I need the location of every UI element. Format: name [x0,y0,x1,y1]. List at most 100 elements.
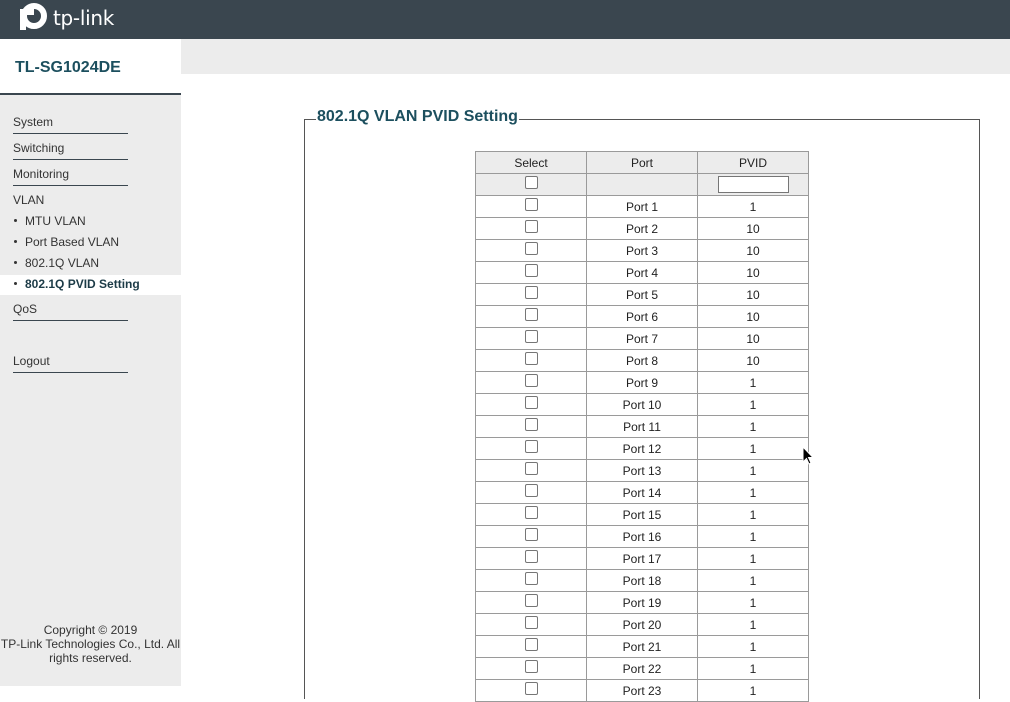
table-row: Port 6 10 [475,305,809,328]
port-cell: Port 9 [586,371,698,394]
select-cell [475,547,587,570]
select-cell [475,327,587,350]
port-cell: Port 16 [586,525,698,548]
column-header-port: Port [586,151,698,174]
tp-link-logo-icon [17,2,47,35]
port-cell: Port 4 [586,261,698,284]
table-row: Port 19 1 [475,591,809,614]
menu-item-label: Monitoring [13,167,70,181]
table-row: Port 14 1 [475,481,809,504]
port-cell: Port 19 [586,591,698,614]
port-select-checkbox[interactable] [524,549,538,563]
bullet-icon [14,219,17,222]
port-select-checkbox[interactable] [524,571,538,585]
select-cell [475,481,587,504]
port-cell: Port 20 [586,613,698,636]
pvid-cell: 1 [697,679,809,702]
table-row: Port 15 1 [475,503,809,526]
pvid-input[interactable] [717,176,789,193]
pvid-table: Select Port PVID Port 1 1 Port 2 10 Port 3 10… [475,151,809,702]
port-select-checkbox[interactable] [524,461,538,475]
select-cell [475,679,587,702]
table-row: Port 17 1 [475,547,809,570]
select-cell [475,349,587,372]
port-select-checkbox[interactable] [524,373,538,387]
select-cell [475,217,587,240]
select-all-checkbox[interactable] [524,175,538,189]
copyright-line: TP-Link Technologies Co., Ltd. All [0,637,181,651]
menu-item-switching[interactable]: Switching [13,140,128,160]
port-select-checkbox[interactable] [524,637,538,651]
bullet-icon [14,261,17,264]
port-select-checkbox[interactable] [524,505,538,519]
port-cell: Port 10 [586,393,698,416]
port-cell: Port 6 [586,305,698,328]
pvid-cell: 10 [697,283,809,306]
port-cell: Port 17 [586,547,698,570]
submenu-item-port-based-vlan[interactable]: Port Based VLAN [0,233,181,253]
menu-item-logout[interactable]: Logout [13,353,128,373]
submenu-item-label: MTU VLAN [25,214,86,228]
bullet-icon [14,282,17,285]
pvid-cell: 1 [697,503,809,526]
select-cell [475,525,587,548]
menu-item-monitoring[interactable]: Monitoring [13,166,128,186]
port-select-checkbox[interactable] [524,329,538,343]
pvid-cell: 1 [697,591,809,614]
port-select-checkbox[interactable] [524,439,538,453]
pvid-cell: 1 [697,569,809,592]
pvid-cell: 1 [697,415,809,438]
brand-name: tp-link [53,5,115,30]
panel-title: 802.1Q VLAN PVID Setting [316,108,519,126]
port-select-checkbox[interactable] [524,417,538,431]
pvid-cell: 1 [697,613,809,636]
port-select-checkbox[interactable] [524,307,538,321]
port-select-checkbox[interactable] [524,285,538,299]
port-select-checkbox[interactable] [524,659,538,673]
table-row: Port 21 1 [475,635,809,658]
menu-item-vlan[interactable]: VLAN [13,192,128,212]
table-row: Port 4 10 [475,261,809,284]
copyright-line: rights reserved. [49,651,132,665]
pvid-cell: 1 [697,195,809,218]
pvid-cell: 1 [697,437,809,460]
port-select-checkbox[interactable] [524,681,538,695]
submenu-item-8021q-vlan[interactable]: 802.1Q VLAN [0,254,181,274]
menu-item-system[interactable]: System [13,114,128,134]
port-select-checkbox[interactable] [524,615,538,629]
table-row: Port 10 1 [475,393,809,416]
table-row: Port 13 1 [475,459,809,482]
content-top-strip [181,39,1010,74]
port-select-checkbox[interactable] [524,241,538,255]
table-row: Port 91 [475,371,809,394]
table-row: Port 16 1 [475,525,809,548]
port-cell: Port 5 [586,283,698,306]
top-bar: tp-link [0,0,1010,39]
blank-cell [586,173,698,196]
port-select-checkbox[interactable] [524,395,538,409]
mouse-cursor-icon [802,446,814,465]
menu-item-qos[interactable]: QoS [13,301,128,321]
pvid-cell: 1 [697,459,809,482]
table-row: Port 11 [475,195,809,218]
port-cell: Port 14 [586,481,698,504]
port-cell: Port 22 [586,657,698,680]
model-header: TL-SG1024DE [0,39,181,95]
port-select-checkbox[interactable] [524,351,538,365]
copyright-line: Copyright © 2019 [43,623,138,637]
port-select-checkbox[interactable] [524,219,538,233]
column-header-pvid: PVID [697,151,809,174]
port-select-checkbox[interactable] [524,593,538,607]
select-cell [475,657,587,680]
column-header-select: Select [475,151,587,174]
port-select-checkbox[interactable] [524,197,538,211]
submenu-item-8021q-pvid-setting[interactable]: 802.1Q PVID Setting [0,275,181,295]
pvid-cell: 1 [697,481,809,504]
select-cell [475,371,587,394]
port-select-checkbox[interactable] [524,483,538,497]
brand-logo: tp-link [14,0,114,39]
port-select-checkbox[interactable] [524,263,538,277]
menu-item-label: Logout [13,354,50,368]
port-select-checkbox[interactable] [524,527,538,541]
submenu-item-mtu-vlan[interactable]: MTU VLAN [0,212,181,232]
